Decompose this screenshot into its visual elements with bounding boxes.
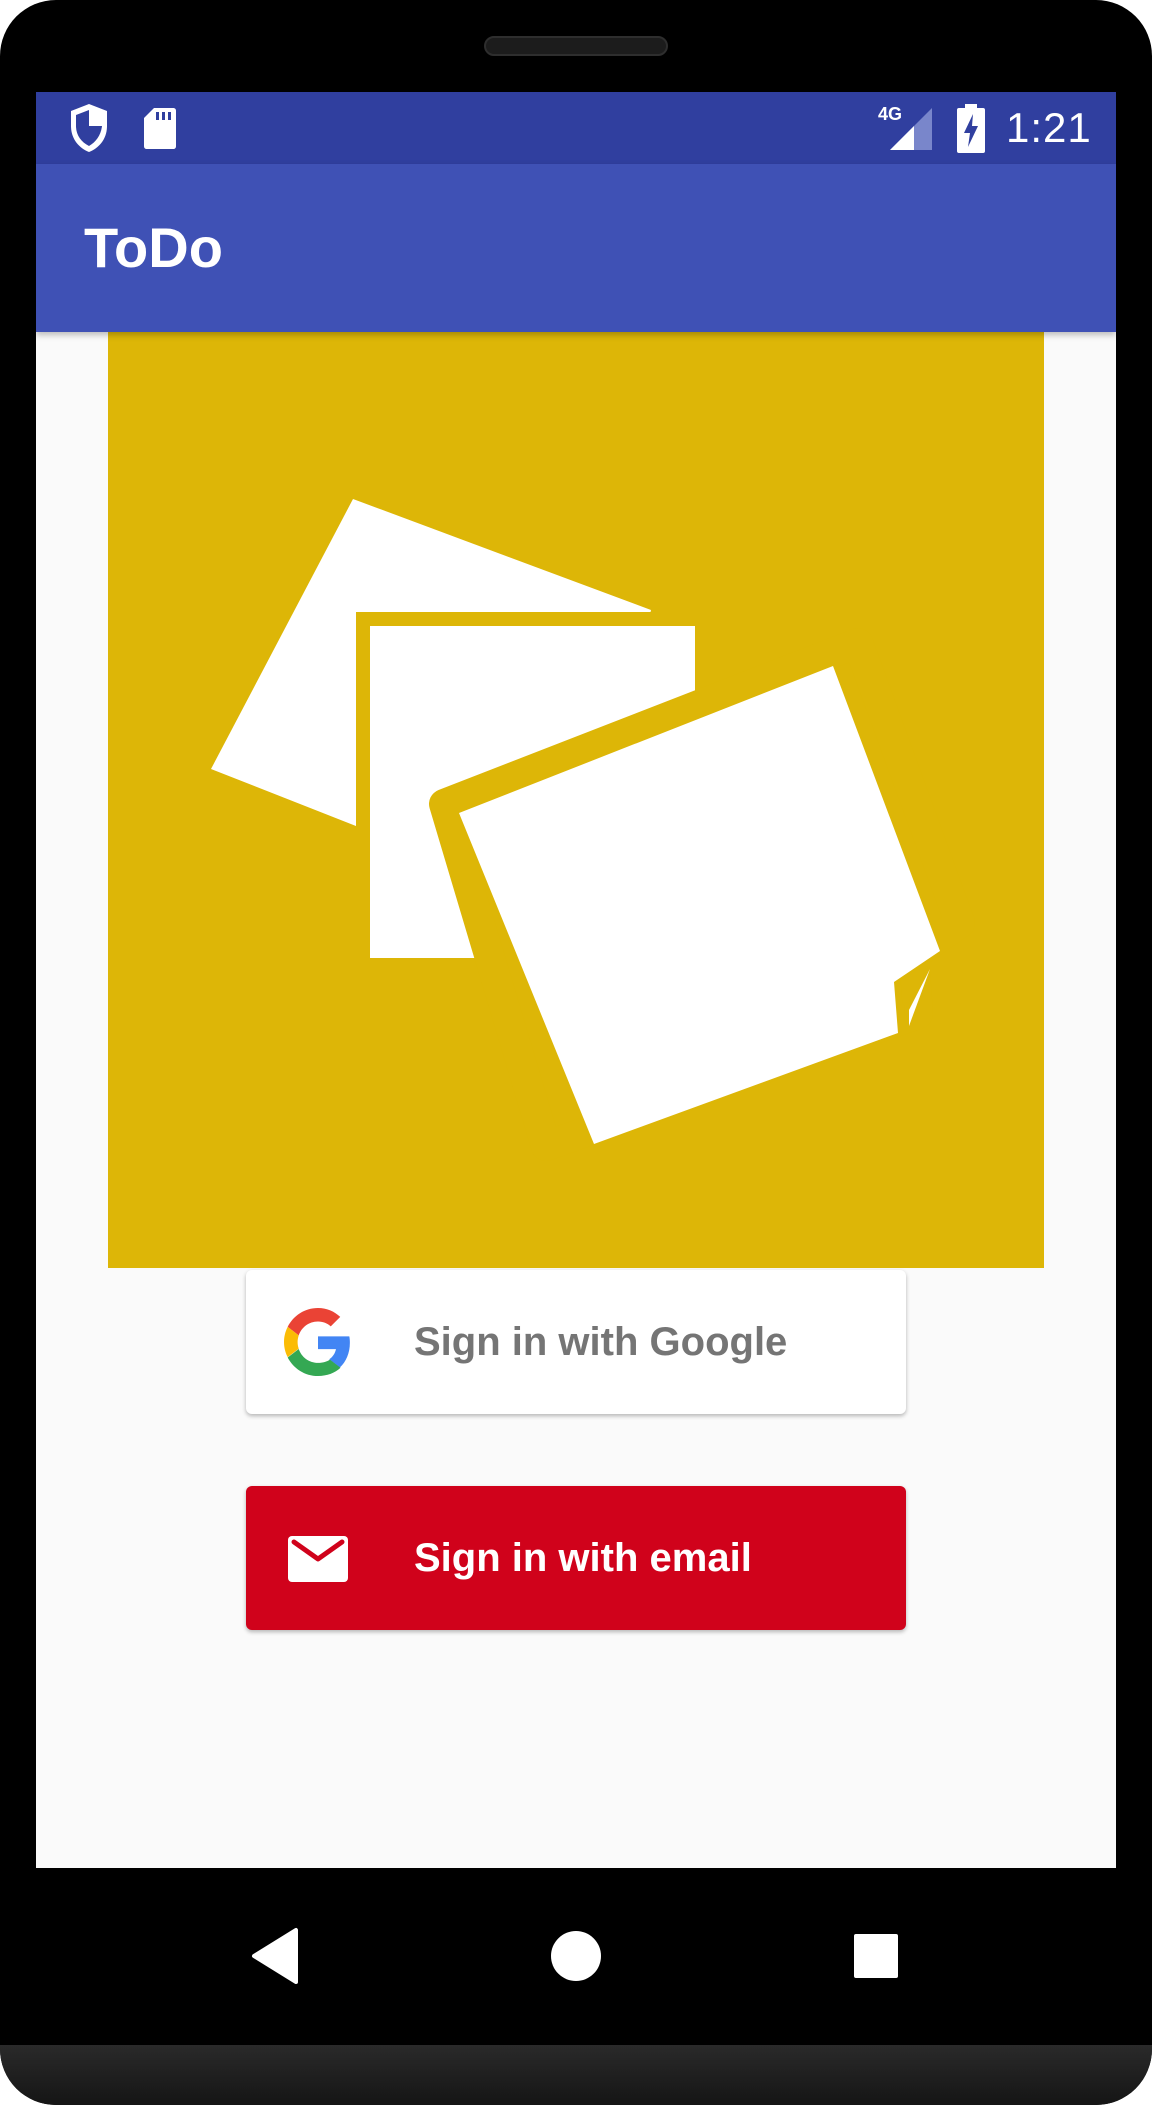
email-sign-in-label: Sign in with email [414,1536,752,1580]
device-frame: 4G 1:21 ToDo Sign in with Google Sign in… [0,0,1152,2105]
shield-icon [71,104,107,152]
app-title: ToDo [84,216,223,279]
logo-panel [108,332,1044,1268]
status-bar: 4G 1:21 [36,92,1116,164]
back-icon[interactable] [236,1916,316,1996]
status-time: 1:21 [1006,104,1092,151]
navigation-bar [0,1868,1152,2045]
google-g-icon [284,1308,350,1376]
speaker-grille [484,36,668,56]
home-icon[interactable] [536,1916,616,1996]
bottom-bezel [0,2045,1152,2105]
battery-charging-icon [957,104,985,153]
sticky-notes-icon [211,499,975,1161]
screen: 4G 1:21 ToDo Sign in with Google Sign in… [36,92,1116,1868]
network-type-label: 4G [878,104,903,124]
email-sign-in-button[interactable]: Sign in with email [246,1486,906,1630]
app-bar: ToDo [36,164,1116,332]
signal-icon: 4G [878,104,934,152]
google-sign-in-button[interactable]: Sign in with Google [246,1270,906,1414]
recents-icon[interactable] [836,1916,916,1996]
google-sign-in-label: Sign in with Google [414,1320,788,1364]
envelope-icon [288,1536,348,1582]
sd-card-icon [144,108,176,149]
